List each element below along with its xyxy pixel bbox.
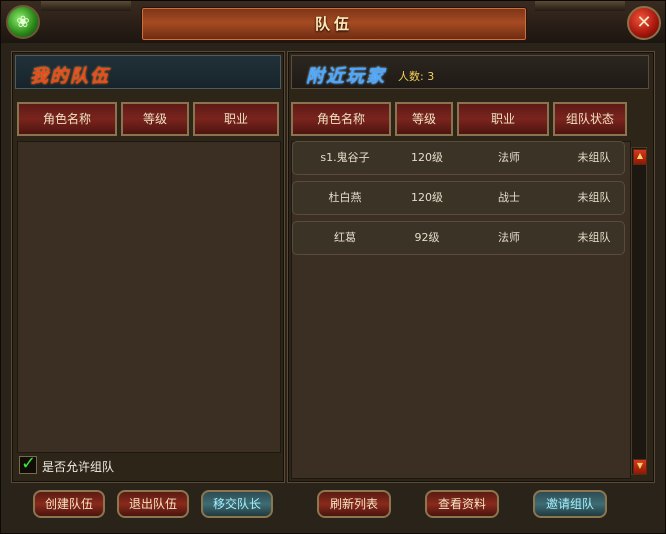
nearby-count: 人数: 3 bbox=[398, 70, 435, 83]
player-level: 120级 bbox=[411, 151, 443, 164]
player-status: 未组队 bbox=[577, 151, 611, 164]
player-level: 120级 bbox=[411, 191, 443, 204]
checkmark-icon: ✓ bbox=[21, 453, 37, 474]
nearby-col-name[interactable]: 角色名称 bbox=[291, 102, 391, 136]
player-name: 杜白燕 bbox=[328, 191, 362, 204]
leave-team-button[interactable]: 退出队伍 bbox=[117, 490, 189, 518]
player-class: 法师 bbox=[498, 151, 520, 164]
scroll-up-arrow-icon[interactable]: ▲ bbox=[633, 149, 647, 165]
transfer-leader-button[interactable]: 移交队长 bbox=[201, 490, 273, 518]
nearby-title: 附近玩家 bbox=[306, 66, 386, 87]
player-class: 战士 bbox=[498, 191, 520, 204]
my-team-list[interactable] bbox=[17, 141, 281, 453]
close-button[interactable]: ✕ bbox=[627, 6, 661, 40]
player-status: 未组队 bbox=[577, 231, 611, 244]
my-team-col-name[interactable]: 角色名称 bbox=[17, 102, 117, 136]
title-bar[interactable]: ❀ 队伍 ✕ bbox=[1, 1, 665, 43]
my-team-col-class[interactable]: 职业 bbox=[193, 102, 279, 136]
nearby-header: 附近玩家 人数: 3 bbox=[291, 55, 649, 89]
player-row[interactable]: 杜白燕 120级 战士 未组队 bbox=[292, 181, 625, 215]
nearby-scrollbar[interactable]: ▲ ▼ bbox=[631, 147, 647, 475]
player-row[interactable]: s1.鬼谷子 120级 法师 未组队 bbox=[292, 141, 625, 175]
my-team-title: 我的队伍 bbox=[30, 66, 110, 87]
title-ornament-left bbox=[41, 1, 131, 11]
title-plate: 队伍 bbox=[141, 7, 527, 41]
nearby-col-class[interactable]: 职业 bbox=[457, 102, 549, 136]
player-name: s1.鬼谷子 bbox=[320, 151, 370, 164]
my-team-col-level[interactable]: 等级 bbox=[121, 102, 189, 136]
player-name: 红葛 bbox=[334, 231, 356, 244]
title-ornament-right bbox=[535, 1, 625, 11]
player-status: 未组队 bbox=[577, 191, 611, 204]
close-icon: ✕ bbox=[636, 12, 652, 33]
player-row[interactable]: 红葛 92级 法师 未组队 bbox=[292, 221, 625, 255]
invite-team-button[interactable]: 邀请组队 bbox=[533, 490, 607, 518]
view-profile-button[interactable]: 查看资料 bbox=[425, 490, 499, 518]
my-team-header: 我的队伍 bbox=[15, 55, 281, 89]
nearby-col-level[interactable]: 等级 bbox=[395, 102, 453, 136]
jade-orb-icon: ❀ bbox=[6, 5, 40, 39]
allow-team-label: 是否允许组队 bbox=[42, 460, 115, 474]
team-window: ❀ 队伍 ✕ 我的队伍 角色名称 等级 职业 ✓ 是否允许组队 附近玩家 人数:… bbox=[0, 0, 666, 534]
scroll-down-arrow-icon[interactable]: ▼ bbox=[633, 459, 647, 475]
allow-team-checkbox[interactable]: ✓ bbox=[19, 453, 37, 474]
create-team-button[interactable]: 创建队伍 bbox=[33, 490, 105, 518]
player-class: 法师 bbox=[498, 231, 520, 244]
refresh-list-button[interactable]: 刷新列表 bbox=[317, 490, 391, 518]
nearby-col-status[interactable]: 组队状态 bbox=[553, 102, 627, 136]
player-level: 92级 bbox=[414, 231, 440, 244]
window-title: 队伍 bbox=[314, 15, 353, 33]
